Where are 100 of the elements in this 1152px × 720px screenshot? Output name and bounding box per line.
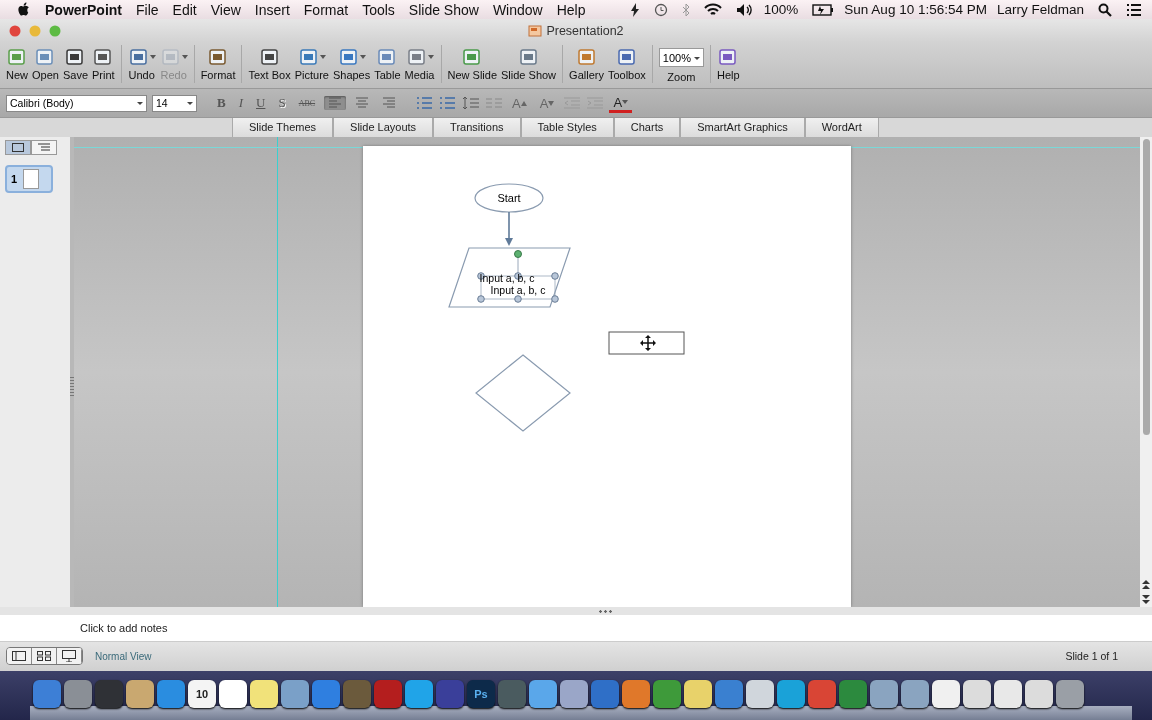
- slideshow-view-button[interactable]: [57, 648, 82, 665]
- notes-placeholder[interactable]: Click to add notes: [80, 621, 168, 634]
- oval-shape[interactable]: [474, 183, 544, 213]
- menu-item[interactable]: Window: [492, 1, 543, 18]
- font-color-button[interactable]: A: [609, 93, 633, 113]
- bullets-icon[interactable]: [416, 96, 435, 111]
- dock-app-icon[interactable]: [963, 680, 991, 708]
- ribbon-tab[interactable]: Table Styles: [520, 117, 614, 137]
- dock-app-icon[interactable]: [219, 680, 247, 708]
- dock-app-icon[interactable]: [684, 680, 712, 708]
- toolbar-button[interactable]: Help: [715, 45, 742, 82]
- menu-item[interactable]: Tools: [362, 1, 395, 18]
- ribbon-tab[interactable]: WordArt: [804, 117, 879, 137]
- menu-item[interactable]: Edit: [172, 1, 197, 18]
- menu-clock[interactable]: Sun Aug 10 1:56:54 PM: [844, 2, 987, 17]
- line-spacing-icon[interactable]: [462, 96, 481, 111]
- toolbar-button[interactable]: Media: [402, 45, 437, 82]
- volume-icon[interactable]: [735, 2, 754, 17]
- align-icon: [382, 97, 397, 110]
- splitter-handle[interactable]: [598, 609, 614, 613]
- dock-app-icon[interactable]: [157, 680, 185, 708]
- dock-app-icon[interactable]: [405, 680, 433, 708]
- battery-icon[interactable]: [812, 3, 835, 16]
- menu-item[interactable]: Insert: [254, 1, 290, 18]
- style-button[interactable]: U: [252, 94, 270, 113]
- dock-app-icon[interactable]: [653, 680, 681, 708]
- ribbon-tab[interactable]: Slide Layouts: [333, 117, 434, 137]
- menu-item[interactable]: File: [136, 1, 159, 18]
- ribbon-tab[interactable]: Slide Themes: [232, 117, 334, 137]
- wifi-icon[interactable]: [703, 2, 722, 17]
- connector-arrow[interactable]: [505, 211, 513, 247]
- numbering-icon[interactable]: [439, 96, 458, 111]
- close-icon[interactable]: [9, 25, 21, 38]
- list-icon[interactable]: [1126, 2, 1142, 17]
- sorter-view-button[interactable]: [32, 648, 57, 665]
- ribbon-tab[interactable]: Transitions: [433, 117, 521, 137]
- search-icon[interactable]: [1098, 2, 1112, 17]
- scroll-thumb[interactable]: [1142, 139, 1150, 436]
- dock-app-icon[interactable]: [560, 680, 588, 708]
- user-name[interactable]: Larry Feldman: [996, 2, 1084, 17]
- text-box[interactable]: [608, 331, 685, 355]
- font-size-field[interactable]: 14: [152, 94, 197, 112]
- slides-view-button[interactable]: [5, 140, 31, 156]
- dock-app-icon[interactable]: [64, 680, 92, 708]
- toolbar-button[interactable]: Print: [90, 45, 117, 82]
- menu-item[interactable]: Help: [556, 1, 586, 18]
- toolbar-button[interactable]: Table: [372, 45, 403, 82]
- dock-app-icon[interactable]: [746, 680, 774, 708]
- toolbar-button[interactable]: Format: [198, 45, 238, 82]
- decision-diamond[interactable]: [475, 354, 571, 433]
- selection-handles[interactable]: [477, 250, 559, 304]
- dock-app-icon[interactable]: [622, 680, 650, 708]
- caret-icon: [548, 100, 555, 106]
- slide-canvas[interactable]: Start Input a, b, c Input a, b, c: [363, 146, 851, 608]
- toolbar-button[interactable]: New: [4, 45, 30, 82]
- toolbar-button[interactable]: Shapes: [330, 45, 373, 82]
- zoom-field[interactable]: 100%: [658, 48, 704, 68]
- toolbar-button[interactable]: Text Box: [246, 45, 293, 82]
- slide-thumbnail[interactable]: 1: [5, 165, 53, 194]
- align-icon: [355, 97, 370, 110]
- dock-app-icon[interactable]: [1056, 680, 1084, 708]
- dock-app-icon[interactable]: [932, 680, 960, 708]
- toolbar-button[interactable]: Toolbox: [605, 45, 648, 82]
- menu-item[interactable]: Slide Show: [408, 1, 479, 18]
- font-field[interactable]: Calibri (Body): [6, 94, 147, 112]
- style-button[interactable]: ABC: [294, 97, 320, 109]
- dock-app-icon[interactable]: [1025, 680, 1053, 708]
- dock-app-icon[interactable]: 10: [188, 680, 216, 708]
- dock-app-icon[interactable]: [901, 680, 929, 708]
- dock-app-icon[interactable]: Ps: [467, 680, 495, 708]
- dock-app-icon[interactable]: [529, 680, 557, 708]
- toolbar-button[interactable]: Undo: [125, 45, 158, 82]
- toolbar-button[interactable]: Slide Show: [499, 45, 559, 82]
- toolbar-button[interactable]: New Slide: [445, 45, 500, 82]
- style-button[interactable]: I: [234, 94, 247, 113]
- clock-icon[interactable]: [653, 2, 668, 17]
- toolbar-button[interactable]: Save: [60, 45, 90, 82]
- dock-app-icon[interactable]: [870, 680, 898, 708]
- normal-view-button[interactable]: [7, 648, 32, 665]
- toolbar-button[interactable]: Gallery: [567, 45, 606, 82]
- ribbon-tab[interactable]: Charts: [613, 117, 681, 137]
- dock-app-icon[interactable]: [126, 680, 154, 708]
- app-menu[interactable]: PowerPoint: [45, 1, 122, 18]
- dock-app-icon[interactable]: [994, 680, 1022, 708]
- dock-app-icon[interactable]: [281, 680, 309, 708]
- bluetooth-icon[interactable]: [681, 2, 690, 17]
- align-button[interactable]: [324, 96, 347, 111]
- apple-icon[interactable]: [18, 2, 31, 17]
- menu-item[interactable]: View: [210, 1, 241, 18]
- dock-app-icon[interactable]: [250, 680, 278, 708]
- ribbon-tab[interactable]: SmartArt Graphics: [680, 117, 805, 137]
- dock-app-icon[interactable]: [777, 680, 805, 708]
- zoom-label: Zoom: [667, 71, 696, 84]
- menu-item[interactable]: Format: [303, 1, 349, 18]
- toolbar-button[interactable]: Picture: [292, 45, 331, 82]
- parallelogram-shape[interactable]: [448, 247, 571, 309]
- bolt-icon[interactable]: [629, 2, 640, 17]
- grid-icon: [37, 651, 51, 662]
- toolbar-button[interactable]: Open: [30, 45, 61, 82]
- page-arrows-icon[interactable]: [1142, 579, 1150, 606]
